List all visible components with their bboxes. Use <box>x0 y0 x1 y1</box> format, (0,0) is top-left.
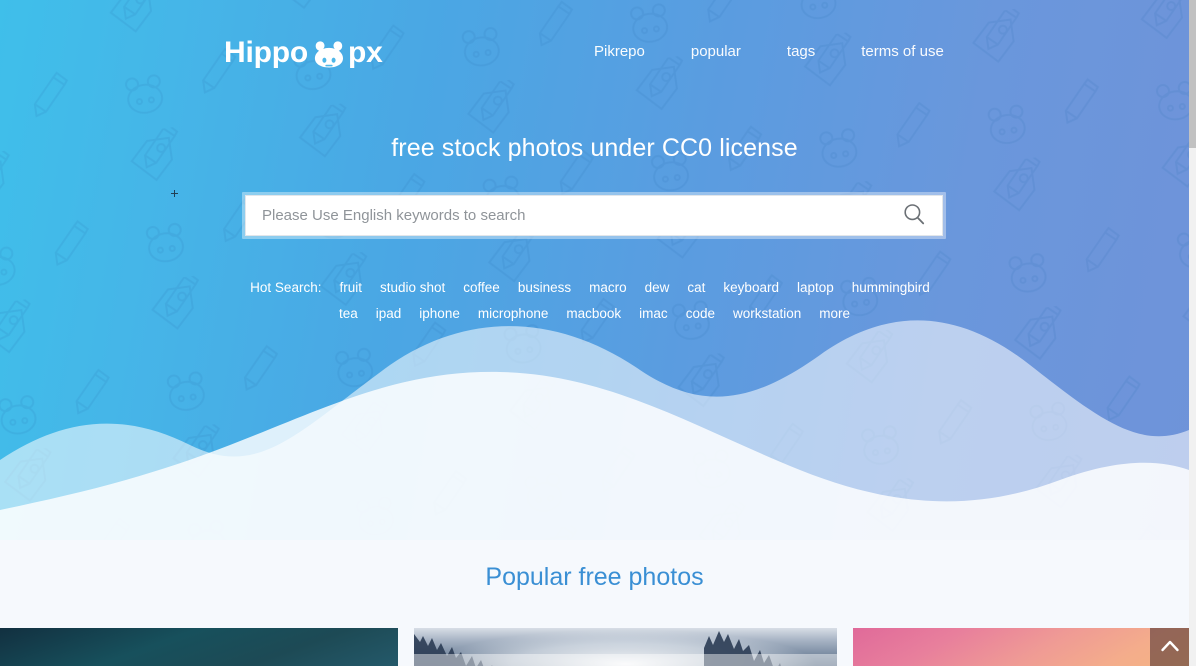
scroll-to-top-button[interactable] <box>1150 628 1189 666</box>
hot-tag-laptop[interactable]: laptop <box>788 280 843 295</box>
hot-tag-fruit[interactable]: fruit <box>330 280 371 295</box>
hot-tag-macro[interactable]: macro <box>580 280 636 295</box>
hot-tag-code[interactable]: code <box>677 306 724 321</box>
nav-item-tags[interactable]: tags <box>764 41 838 63</box>
hippo-face-icon <box>312 40 346 70</box>
logo-text-right: px <box>347 36 383 69</box>
nav-item-terms-of-use[interactable]: terms of use <box>838 41 967 63</box>
page-root: Hippo px Pikrepo popular tags terms of u… <box>0 0 1196 666</box>
hot-tag-macbook[interactable]: macbook <box>557 306 630 321</box>
hero-banner: Hippo px Pikrepo popular tags terms of u… <box>0 0 1189 540</box>
popular-photo-gallery <box>0 628 1189 666</box>
hot-tag-imac[interactable]: imac <box>630 306 677 321</box>
chevron-up-icon <box>1159 635 1181 660</box>
hero-headline: free stock photos under CC0 license <box>391 134 798 162</box>
hot-tag-coffee[interactable]: coffee <box>454 280 509 295</box>
hot-tag-cat[interactable]: cat <box>678 280 714 295</box>
hot-tag-microphone[interactable]: microphone <box>469 306 558 321</box>
logo-text-left: Hippo <box>224 36 308 69</box>
search-bar <box>242 192 946 239</box>
hot-tag-hummingbird[interactable]: hummingbird <box>843 280 939 295</box>
hot-tag-keyboard[interactable]: keyboard <box>714 280 788 295</box>
photo-thumbnail-misty-forest[interactable] <box>414 628 837 666</box>
search-input[interactable] <box>246 196 886 235</box>
search-icon <box>902 202 926 229</box>
site-logo[interactable]: Hippo px <box>224 33 383 73</box>
hot-tag-studio-shot[interactable]: studio shot <box>371 280 454 295</box>
hot-tag-tea[interactable]: tea <box>330 306 367 321</box>
wave-decoration <box>0 320 1189 540</box>
hot-tag-more[interactable]: more <box>810 306 859 321</box>
hot-tag-ipad[interactable]: ipad <box>367 306 411 321</box>
header-bar: Hippo px Pikrepo popular tags terms of u… <box>0 0 1189 104</box>
hot-search-row-2: tea ipad iphone microphone macbook imac code wo… <box>0 301 1189 327</box>
hot-tag-business[interactable]: business <box>509 280 580 295</box>
nav-item-pikrepo[interactable]: Pikrepo <box>594 41 668 63</box>
hot-search: Hot Search: fruit studio shot coffee busines… <box>0 275 1189 327</box>
search-button[interactable] <box>886 196 942 235</box>
hot-tag-dew[interactable]: dew <box>636 280 679 295</box>
forest-silhouette <box>414 631 837 666</box>
photo-thumbnail-dark-teal-seascape[interactable] <box>0 628 399 666</box>
mouse-cursor-artifact <box>171 190 178 197</box>
page-scrollbar[interactable] <box>1189 0 1196 666</box>
scrollbar-thumb[interactable] <box>1189 0 1196 148</box>
popular-section-title: Popular free photos <box>485 563 704 591</box>
nav-item-popular[interactable]: popular <box>668 41 764 63</box>
hot-tag-iphone[interactable]: iphone <box>410 306 469 321</box>
main-navigation: Pikrepo popular tags terms of use <box>594 41 967 63</box>
hot-tag-workstation[interactable]: workstation <box>724 306 810 321</box>
search-box <box>245 195 943 236</box>
hot-search-label: Hot Search: <box>250 280 322 295</box>
photo-thumbnail-pink-orange-sky[interactable] <box>852 628 1189 666</box>
